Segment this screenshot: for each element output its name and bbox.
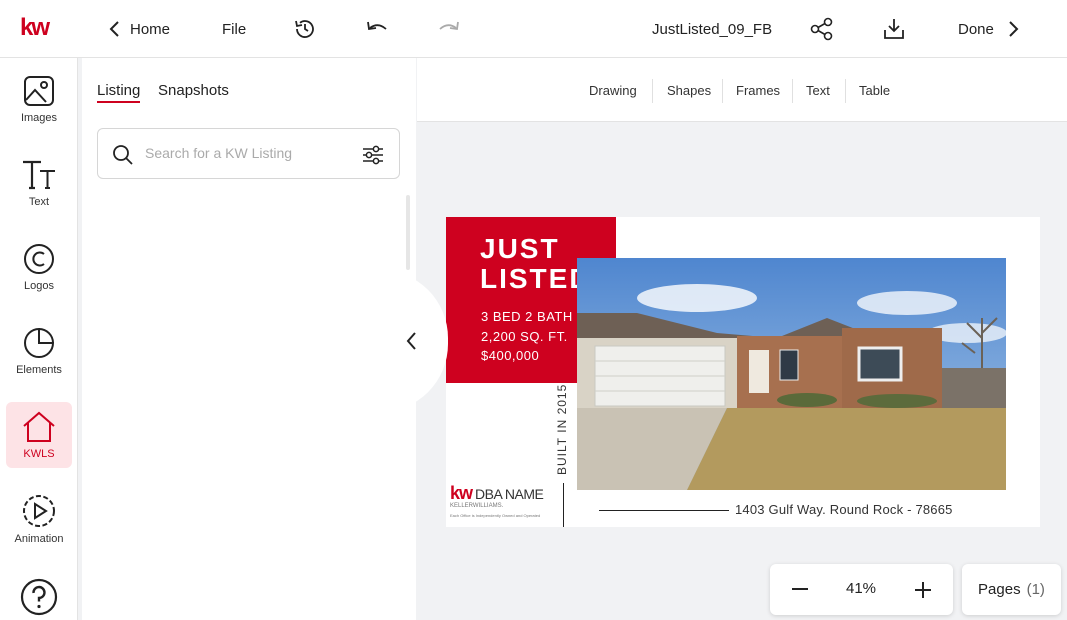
image-icon [24, 76, 54, 106]
home-label: Home [130, 20, 171, 38]
share-button[interactable] [809, 0, 835, 58]
tool-drawing[interactable]: Drawing [589, 83, 637, 98]
kw-logo[interactable]: kw [20, 14, 50, 42]
chevron-left-icon [109, 21, 119, 37]
document-name[interactable]: JustListed_09_FB [652, 0, 772, 58]
house-photo[interactable] [577, 258, 1006, 490]
chevron-left-icon [406, 332, 416, 350]
divider [845, 79, 846, 103]
rail-item-images[interactable]: Images [6, 66, 72, 132]
agent-logo[interactable]: kw DBA NAME KELLERWILLIAMS. Each Office i… [450, 483, 544, 518]
detail-price: $400,000 [481, 348, 540, 363]
listing-panel: Listing Snapshots Search for a KW Listin… [82, 58, 416, 620]
kw-mark: kw [450, 483, 473, 503]
rail-item-label: KWLS [23, 448, 55, 460]
redo-button[interactable] [436, 0, 462, 58]
divider [792, 79, 793, 103]
tool-table[interactable]: Table [859, 83, 890, 98]
rail-item-logos[interactable]: Logos [6, 234, 72, 300]
copyright-icon [24, 244, 54, 274]
help-icon [20, 578, 58, 616]
keller-williams-wordmark: KELLERWILLIAMS. [450, 503, 504, 509]
top-bar: kw Home File JustListed_09_FB Done [0, 0, 1067, 58]
listing-search[interactable]: Search for a KW Listing [97, 128, 400, 179]
divider [722, 79, 723, 103]
tab-listing[interactable]: Listing [97, 82, 141, 103]
home-button[interactable]: Home [108, 0, 170, 58]
history-icon [295, 20, 314, 38]
zoom-out-button[interactable] [792, 588, 808, 591]
rail-item-animation[interactable]: Animation [6, 486, 72, 552]
text-icon [23, 160, 55, 190]
pages-button[interactable]: Pages (1) [962, 564, 1061, 615]
play-icon [23, 495, 55, 527]
search-icon [113, 145, 133, 165]
rail-item-help[interactable] [6, 564, 72, 620]
panel-scrollbar[interactable] [406, 195, 410, 270]
house-image [577, 258, 1006, 490]
pages-label: Pages [978, 581, 1021, 598]
redo-icon [439, 21, 459, 31]
rail-item-label: Logos [24, 280, 54, 292]
download-button[interactable] [881, 0, 907, 58]
share-icon [810, 17, 833, 41]
panel-collapse-button[interactable] [380, 270, 448, 412]
dba-name: DBA NAME [475, 486, 544, 502]
done-button[interactable]: Done [958, 0, 1020, 58]
chevron-right-icon [1009, 21, 1019, 37]
left-rail: Images Text Logos Elements KWLS Animatio… [0, 58, 78, 620]
tool-frames[interactable]: Frames [736, 83, 780, 98]
headline-listed: LISTED [480, 263, 592, 294]
tool-text[interactable]: Text [806, 83, 830, 98]
rail-item-kwls[interactable]: KWLS [6, 402, 72, 468]
home-icon [23, 411, 55, 442]
divider [652, 79, 653, 103]
file-menu-button[interactable]: File [222, 0, 246, 58]
undo-button[interactable] [364, 0, 390, 58]
divider-horizontal [599, 510, 729, 511]
divider-vertical [563, 483, 564, 527]
filter-icon[interactable] [362, 144, 384, 166]
office-disclaimer: Each Office is Independently Owned and O… [450, 513, 541, 518]
flyer-canvas[interactable]: JUST LISTED 3 BED 2 BATH 2,200 SQ. FT. $… [446, 217, 1040, 527]
done-label: Done [958, 20, 994, 38]
tab-snapshots[interactable]: Snapshots [158, 82, 229, 99]
tool-shapes[interactable]: Shapes [667, 83, 711, 98]
pages-count: (1) [1026, 581, 1045, 598]
detail-sqft: 2,200 SQ. FT. [481, 329, 568, 344]
history-button[interactable] [293, 0, 317, 58]
download-icon [884, 19, 904, 39]
zoom-control: 41% [770, 564, 953, 615]
detail-beds: 3 BED 2 BATH [481, 309, 573, 324]
zoom-in-button[interactable] [915, 582, 931, 598]
property-address[interactable]: 1403 Gulf Way. Round Rock - 78665 [735, 502, 953, 517]
undo-icon [367, 21, 387, 31]
rail-item-label: Text [28, 196, 50, 208]
rail-item-label: Images [20, 112, 58, 124]
rail-item-label: Elements [16, 364, 62, 376]
built-year[interactable]: BUILT IN 2015 [555, 384, 569, 475]
rail-item-label: Animation [14, 533, 64, 545]
file-label: File [222, 20, 247, 38]
pie-icon [24, 327, 55, 358]
zoom-level[interactable]: 41% [846, 580, 876, 597]
rail-item-elements[interactable]: Elements [6, 318, 72, 384]
headline-just: JUST [480, 233, 560, 264]
canvas-toolbar: Drawing Shapes Frames Text Table [417, 58, 1067, 122]
search-input[interactable]: Search for a KW Listing [145, 145, 292, 161]
rail-item-text[interactable]: Text [6, 150, 72, 216]
